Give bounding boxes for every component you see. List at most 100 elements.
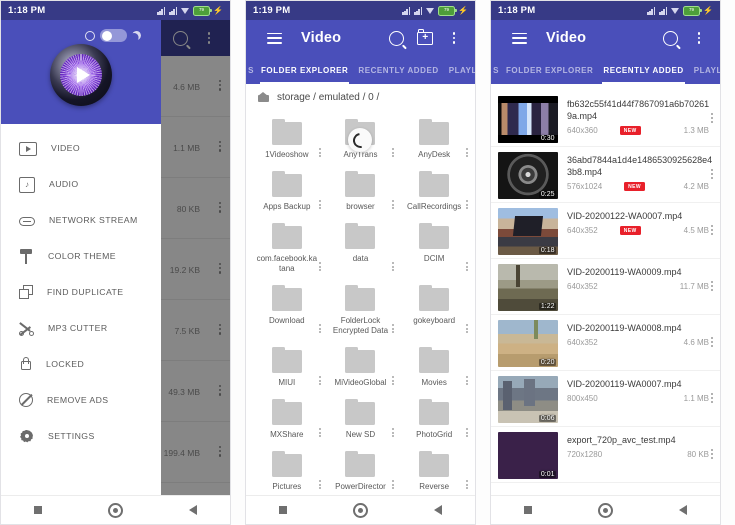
overflow-menu-icon[interactable] bbox=[318, 262, 321, 271]
overflow-menu-icon[interactable] bbox=[392, 480, 395, 489]
folder-item[interactable]: Apps Backup bbox=[250, 166, 324, 218]
folder-item[interactable]: data bbox=[324, 218, 398, 280]
overflow-menu-icon[interactable] bbox=[392, 148, 395, 157]
drawer-item-label: FIND DUPLICATE bbox=[47, 287, 124, 297]
overflow-menu-icon[interactable] bbox=[392, 324, 395, 333]
drawer-item-locked[interactable]: LOCKED bbox=[1, 346, 161, 382]
theme-toggle[interactable] bbox=[85, 29, 141, 42]
triangle-back-icon[interactable] bbox=[434, 505, 442, 515]
drawer-item-audio[interactable]: ♪ AUDIO bbox=[1, 166, 161, 202]
drawer-item-settings[interactable]: SETTINGS bbox=[1, 418, 161, 454]
overflow-menu-icon[interactable] bbox=[710, 169, 713, 179]
folder-item[interactable]: 1Videoshow bbox=[250, 114, 324, 166]
tab-partial-left[interactable]: S bbox=[491, 56, 501, 84]
search-icon[interactable] bbox=[385, 27, 407, 49]
video-thumbnail: 0:20 bbox=[498, 320, 558, 367]
battery-icon: 79 bbox=[683, 5, 702, 16]
folder-item[interactable]: Movies bbox=[397, 342, 471, 394]
tab-playlist[interactable]: PLAYLIST bbox=[444, 56, 475, 84]
folder-item[interactable]: Reverse bbox=[397, 446, 471, 498]
tab-recently-added[interactable]: RECENTLY ADDED bbox=[353, 56, 443, 84]
overflow-menu-icon[interactable] bbox=[318, 324, 321, 333]
video-list-item[interactable]: 0:01 export_720p_avc_test.mp4 720x1280 80 K… bbox=[491, 427, 720, 483]
tab-recently-added[interactable]: RECENTLY ADDED bbox=[598, 56, 688, 84]
overflow-menu-icon[interactable] bbox=[392, 428, 395, 437]
folder-item[interactable]: AnyTrans bbox=[324, 114, 398, 166]
overflow-menu-icon[interactable] bbox=[318, 148, 321, 157]
folder-item[interactable]: PowerDirector bbox=[324, 446, 398, 498]
square-recents-icon[interactable] bbox=[34, 506, 42, 514]
square-recents-icon[interactable] bbox=[524, 506, 532, 514]
folder-item[interactable]: DCIM bbox=[397, 218, 471, 280]
overflow-menu-icon[interactable] bbox=[318, 480, 321, 489]
circle-home-icon[interactable] bbox=[353, 502, 368, 518]
folder-item[interactable]: Pictures bbox=[250, 446, 324, 498]
circle-home-icon[interactable] bbox=[598, 502, 613, 518]
overflow-menu-icon[interactable] bbox=[710, 113, 713, 123]
folder-item[interactable]: FolderLock Encrypted Data bbox=[324, 280, 398, 342]
folder-item[interactable]: Download bbox=[250, 280, 324, 342]
video-list-item[interactable]: 1:22 VID-20200119-WA0009.mp4 640x352 11.7 M… bbox=[491, 259, 720, 315]
overflow-menu-icon[interactable] bbox=[318, 428, 321, 437]
overflow-menu-icon[interactable] bbox=[392, 376, 395, 385]
triangle-back-icon[interactable] bbox=[679, 505, 687, 515]
overflow-menu-icon[interactable] bbox=[466, 480, 468, 489]
folder-item[interactable]: CallRecordings bbox=[397, 166, 471, 218]
folder-item[interactable]: browser bbox=[324, 166, 398, 218]
video-list-item[interactable]: 0:06 VID-20200119-WA0007.mp4 800x450 1.1 MB bbox=[491, 371, 720, 427]
overflow-menu-icon[interactable] bbox=[392, 200, 395, 209]
folder-item[interactable]: MiVideoGlobal bbox=[324, 342, 398, 394]
video-list-item[interactable]: 0:30 fb632c55f41d44f7867091a6b702619a.mp4… bbox=[491, 91, 720, 147]
drawer-item-color-theme[interactable]: COLOR THEME bbox=[1, 238, 161, 274]
wifi-icon bbox=[181, 7, 190, 15]
drawer-item-network-stream[interactable]: NETWORK STREAM bbox=[1, 202, 161, 238]
drawer-item-remove-ads[interactable]: REMOVE ADS bbox=[1, 382, 161, 418]
folder-item[interactable]: MXShare bbox=[250, 394, 324, 446]
drawer-item-label: REMOVE ADS bbox=[47, 395, 109, 405]
video-list-item[interactable]: 0:25 36abd7844a1d4e1486530925628e43b8.mp4… bbox=[491, 147, 720, 203]
overflow-menu-icon[interactable] bbox=[466, 376, 468, 385]
breadcrumb[interactable]: storage / emulated / 0 / bbox=[246, 84, 475, 110]
theme-switch[interactable] bbox=[100, 29, 127, 42]
overflow-menu-icon[interactable] bbox=[710, 449, 713, 459]
folder-item[interactable]: gokeyboard bbox=[397, 280, 471, 342]
overflow-menu-icon[interactable] bbox=[318, 200, 321, 209]
folder-item[interactable]: MIUI bbox=[250, 342, 324, 394]
home-icon[interactable] bbox=[258, 91, 269, 102]
folder-item[interactable]: com.facebook.katana bbox=[250, 218, 324, 280]
overflow-menu-icon[interactable] bbox=[318, 376, 321, 385]
folder-name: 1Videoshow bbox=[265, 150, 309, 159]
overflow-menu-icon[interactable] bbox=[710, 281, 713, 291]
drawer-item-mp3-cutter[interactable]: MP3 CUTTER bbox=[1, 310, 161, 346]
tab-playlist[interactable]: PLAYLIST bbox=[689, 56, 720, 84]
overflow-menu-icon[interactable] bbox=[710, 393, 713, 403]
tab-folder-explorer[interactable]: FOLDER EXPLORER bbox=[501, 56, 598, 84]
overflow-menu-icon[interactable] bbox=[710, 225, 713, 235]
overflow-menu-icon[interactable] bbox=[688, 27, 710, 49]
folder-item[interactable]: New SD bbox=[324, 394, 398, 446]
overflow-menu-icon[interactable] bbox=[466, 324, 468, 333]
video-list-item[interactable]: 0:18 VID-20200122-WA0007.mp4 640x352 NEW 4.5… bbox=[491, 203, 720, 259]
overflow-menu-icon[interactable] bbox=[466, 428, 468, 437]
circle-home-icon[interactable] bbox=[108, 502, 123, 518]
overflow-menu-icon[interactable] bbox=[466, 200, 468, 209]
search-icon[interactable] bbox=[659, 27, 681, 49]
drawer-item-video[interactable]: VIDEO bbox=[1, 130, 161, 166]
hamburger-icon[interactable] bbox=[508, 27, 530, 49]
video-list-item[interactable]: 0:20 VID-20200119-WA0008.mp4 640x352 4.6 MB bbox=[491, 315, 720, 371]
overflow-menu-icon[interactable] bbox=[466, 148, 468, 157]
square-recents-icon[interactable] bbox=[279, 506, 287, 514]
tab-folder-explorer[interactable]: FOLDER EXPLORER bbox=[256, 56, 353, 84]
tab-partial-left[interactable]: S bbox=[246, 56, 256, 84]
folder-item[interactable]: AnyDesk bbox=[397, 114, 471, 166]
triangle-back-icon[interactable] bbox=[189, 505, 197, 515]
overflow-menu-icon[interactable] bbox=[392, 262, 395, 271]
new-folder-icon[interactable]: + bbox=[414, 27, 436, 49]
overflow-menu-icon[interactable] bbox=[466, 262, 468, 271]
hamburger-icon[interactable] bbox=[263, 27, 285, 49]
folder-item[interactable]: PhotoGrid bbox=[397, 394, 471, 446]
drawer-item-find-duplicate[interactable]: FIND DUPLICATE bbox=[1, 274, 161, 310]
overflow-menu-icon[interactable] bbox=[710, 337, 713, 347]
overflow-menu-icon[interactable] bbox=[443, 27, 465, 49]
battery-icon: 79 bbox=[438, 5, 457, 16]
